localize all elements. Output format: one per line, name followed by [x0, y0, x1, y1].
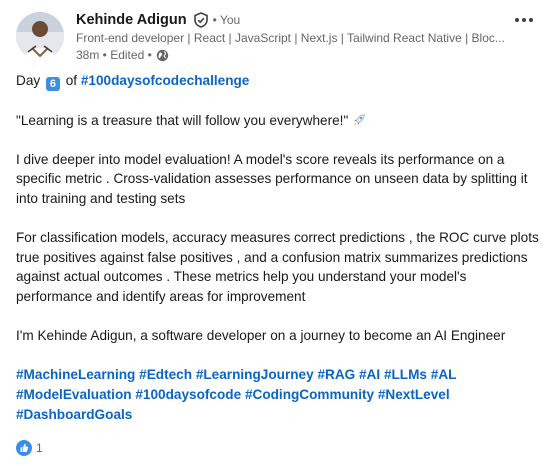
post-timestamp: 38m • Edited •: [76, 48, 152, 62]
post-meta: 38m • Edited •: [76, 48, 169, 62]
hashtag-list: #MachineLearning #Edtech #LearningJourne…: [16, 365, 541, 424]
hashtag-link[interactable]: #AI: [359, 367, 380, 382]
more-options-icon: [515, 18, 533, 22]
keycap-number-emoji: 6: [45, 77, 60, 91]
hashtag-link[interactable]: #100daysofcodechallenge: [81, 73, 250, 88]
post-paragraph-2: For classification models, accuracy meas…: [16, 230, 539, 304]
hashtag-link[interactable]: #MachineLearning: [16, 367, 135, 382]
hashtag-link[interactable]: #AL: [431, 367, 457, 382]
hashtag-link[interactable]: #DashboardGoals: [16, 407, 132, 422]
post-quote: "Learning is a treasure that will follow…: [16, 111, 541, 131]
you-label: • You: [212, 13, 241, 27]
hashtag-link[interactable]: #LLMs: [384, 367, 427, 382]
hashtag-link[interactable]: #ModelEvaluation: [16, 387, 132, 402]
day-label: Day: [16, 73, 41, 88]
author-name[interactable]: Kehinde Adigun: [76, 12, 187, 28]
verified-shield-icon: [193, 12, 208, 28]
of-label: of: [65, 73, 78, 88]
post-paragraph-3: I'm Kehinde Adigun, a software developer…: [16, 328, 506, 344]
post-card: Kehinde Adigun • You Front-end developer…: [0, 0, 553, 466]
hashtag-link[interactable]: #Edtech: [139, 367, 192, 382]
author-name-row[interactable]: Kehinde Adigun • You: [76, 12, 240, 28]
reactions-summary[interactable]: 1: [16, 440, 43, 456]
hashtag-link[interactable]: #LearningJourney: [196, 367, 314, 382]
hashtag-link[interactable]: #CodingCommunity: [245, 387, 374, 402]
quote-text: "Learning is a treasure that will follow…: [16, 112, 349, 128]
hashtag-link[interactable]: #100daysofcode: [135, 387, 241, 402]
more-options-button[interactable]: [508, 8, 540, 32]
author-headline: Front-end developer | React | JavaScript…: [76, 31, 505, 45]
post-body: Day 6 of #100daysofcodechallenge "Learni…: [16, 71, 541, 444]
hashtag-link[interactable]: #NextLevel: [378, 387, 450, 402]
like-icon: [16, 440, 32, 456]
avatar[interactable]: [16, 12, 64, 60]
post-paragraph-1: I dive deeper into model evaluation! A m…: [16, 151, 528, 206]
rocket-icon: [353, 113, 365, 125]
avatar-photo: [16, 12, 64, 60]
globe-icon: [156, 49, 168, 61]
post-day-line: Day 6 of #100daysofcodechallenge: [16, 71, 541, 91]
reaction-count: 1: [36, 441, 43, 455]
hashtag-link[interactable]: #RAG: [317, 367, 355, 382]
